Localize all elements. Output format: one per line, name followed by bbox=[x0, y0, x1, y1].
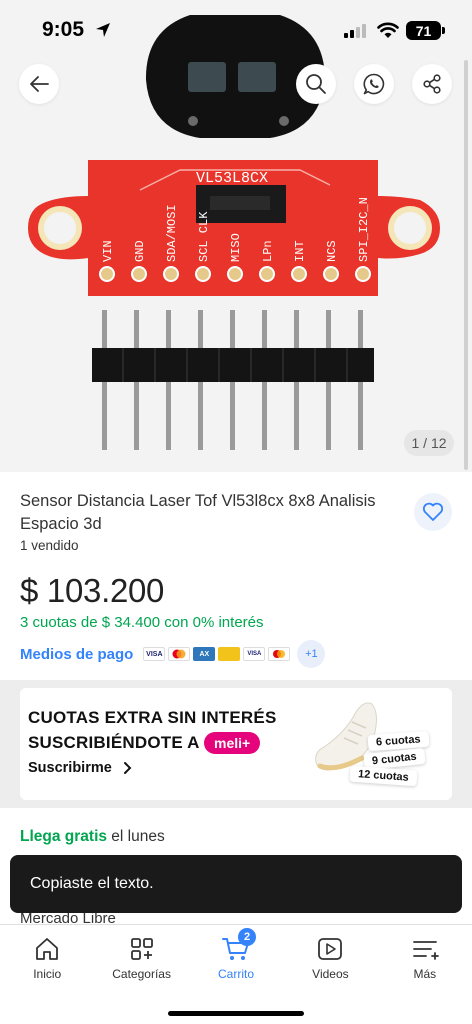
more-payment-methods[interactable]: +1 bbox=[297, 640, 326, 668]
product-info: Sensor Distancia Laser Tof Vl53l8cx 8x8 … bbox=[0, 472, 472, 680]
pin-label: SDA/MOSI bbox=[165, 204, 179, 262]
back-button[interactable] bbox=[19, 64, 59, 104]
product-title: Sensor Distancia Laser Tof Vl53l8cx 8x8 … bbox=[20, 492, 376, 533]
whatsapp-share-button[interactable] bbox=[354, 64, 394, 104]
toast-message: Copiaste el texto. bbox=[30, 875, 154, 892]
search-button[interactable] bbox=[296, 64, 336, 104]
gallery-counter: 1 / 12 bbox=[404, 430, 454, 456]
battery-level: 71 bbox=[415, 22, 432, 39]
cellular-signal-icon bbox=[344, 24, 366, 38]
wifi-icon bbox=[377, 22, 399, 38]
location-arrow-icon bbox=[96, 23, 110, 37]
shipping-day: el lunes bbox=[107, 828, 165, 845]
pin-label: SCL CLK bbox=[197, 211, 211, 262]
nav-label: Carrito bbox=[218, 967, 255, 981]
nav-label: Más bbox=[413, 967, 437, 981]
subscribe-label: Suscribirme bbox=[28, 760, 112, 776]
cabal-icon bbox=[218, 647, 241, 661]
share-button[interactable] bbox=[412, 64, 452, 104]
pin-label: GND bbox=[133, 240, 147, 262]
payment-methods-link[interactable]: Medios de pago bbox=[20, 646, 133, 663]
nav-item-videos[interactable]: Videos bbox=[283, 925, 377, 1024]
pin-label: NCS bbox=[325, 240, 339, 262]
product-gallery[interactable]: VL53L8CX VIN GND SDA/MOSI SCL CLK MISO L… bbox=[0, 0, 472, 472]
maestro-icon bbox=[268, 647, 291, 661]
pin-label: MISO bbox=[229, 233, 243, 262]
meli-plus-promo-banner[interactable]: CUOTAS EXTRA SIN INTERÉS SUSCRIBIÉNDOTE … bbox=[20, 688, 452, 800]
product-image: VL53L8CX VIN GND SDA/MOSI SCL CLK MISO L… bbox=[28, 15, 440, 450]
installments-text: 3 cuotas de $ 34.400 con 0% interés bbox=[20, 614, 264, 631]
visa-icon: VISA bbox=[143, 647, 166, 661]
share-icon bbox=[423, 74, 441, 94]
battery-indicator: 71 bbox=[406, 21, 445, 40]
menu-icon bbox=[412, 941, 439, 960]
cart-badge: 2 bbox=[238, 928, 257, 946]
chevron-right-icon bbox=[123, 762, 132, 774]
sold-count: 1 vendido bbox=[20, 538, 79, 553]
promo-headline: CUOTAS EXTRA SIN INTERÉS bbox=[28, 708, 277, 727]
pin-label: INT bbox=[293, 240, 307, 262]
mastercard-icon bbox=[168, 647, 191, 661]
whatsapp-icon bbox=[363, 73, 385, 95]
pin-label: VIN bbox=[101, 240, 115, 262]
home-icon bbox=[36, 938, 59, 960]
page-scrollbar[interactable] bbox=[464, 60, 468, 470]
play-icon bbox=[318, 938, 343, 960]
chip-label: VL53L8CX bbox=[196, 170, 268, 187]
copied-toast: Copiaste el texto. bbox=[10, 855, 462, 913]
search-icon bbox=[306, 74, 326, 94]
status-time: 9:05 bbox=[42, 18, 85, 41]
grid-icon bbox=[130, 938, 153, 960]
bottom-navigation: Inicio Categorías 2 Carrito Videos Más bbox=[0, 924, 472, 1024]
nav-label: Inicio bbox=[33, 967, 62, 981]
price: $ 103.200 bbox=[20, 572, 165, 609]
nav-item-categorias[interactable]: Categorías bbox=[94, 925, 188, 1024]
home-indicator bbox=[168, 1011, 304, 1016]
nav-label: Categorías bbox=[112, 967, 171, 981]
pin-label: LPn bbox=[261, 240, 275, 262]
favorite-button[interactable] bbox=[414, 493, 452, 531]
meli-plus-badge: meli+ bbox=[204, 732, 261, 754]
heart-icon bbox=[422, 502, 444, 521]
status-bar: 9:05 71 bbox=[0, 0, 472, 62]
subscribe-link[interactable]: Suscribirme bbox=[28, 760, 134, 776]
pin-label: SPI_I2C_N bbox=[357, 197, 371, 262]
nav-item-carrito[interactable]: 2 Carrito bbox=[189, 925, 283, 1024]
visa-debit-icon: VISA bbox=[243, 647, 266, 661]
nav-item-mas[interactable]: Más bbox=[378, 925, 472, 1024]
payment-methods-row[interactable]: Medios de pago VISA AX VISA +1 bbox=[20, 640, 326, 668]
nav-label: Videos bbox=[312, 967, 349, 981]
shipping-text: Llega gratis el lunes bbox=[20, 828, 165, 846]
nav-item-inicio[interactable]: Inicio bbox=[0, 925, 94, 1024]
arrow-left-icon bbox=[30, 76, 49, 92]
amex-icon: AX bbox=[193, 647, 216, 661]
installments-tag: 12 cuotas bbox=[349, 765, 418, 787]
promo-subheadline: SUSCRIBIÉNDOTE A bbox=[28, 733, 200, 752]
free-shipping-label: Llega gratis bbox=[20, 828, 107, 845]
